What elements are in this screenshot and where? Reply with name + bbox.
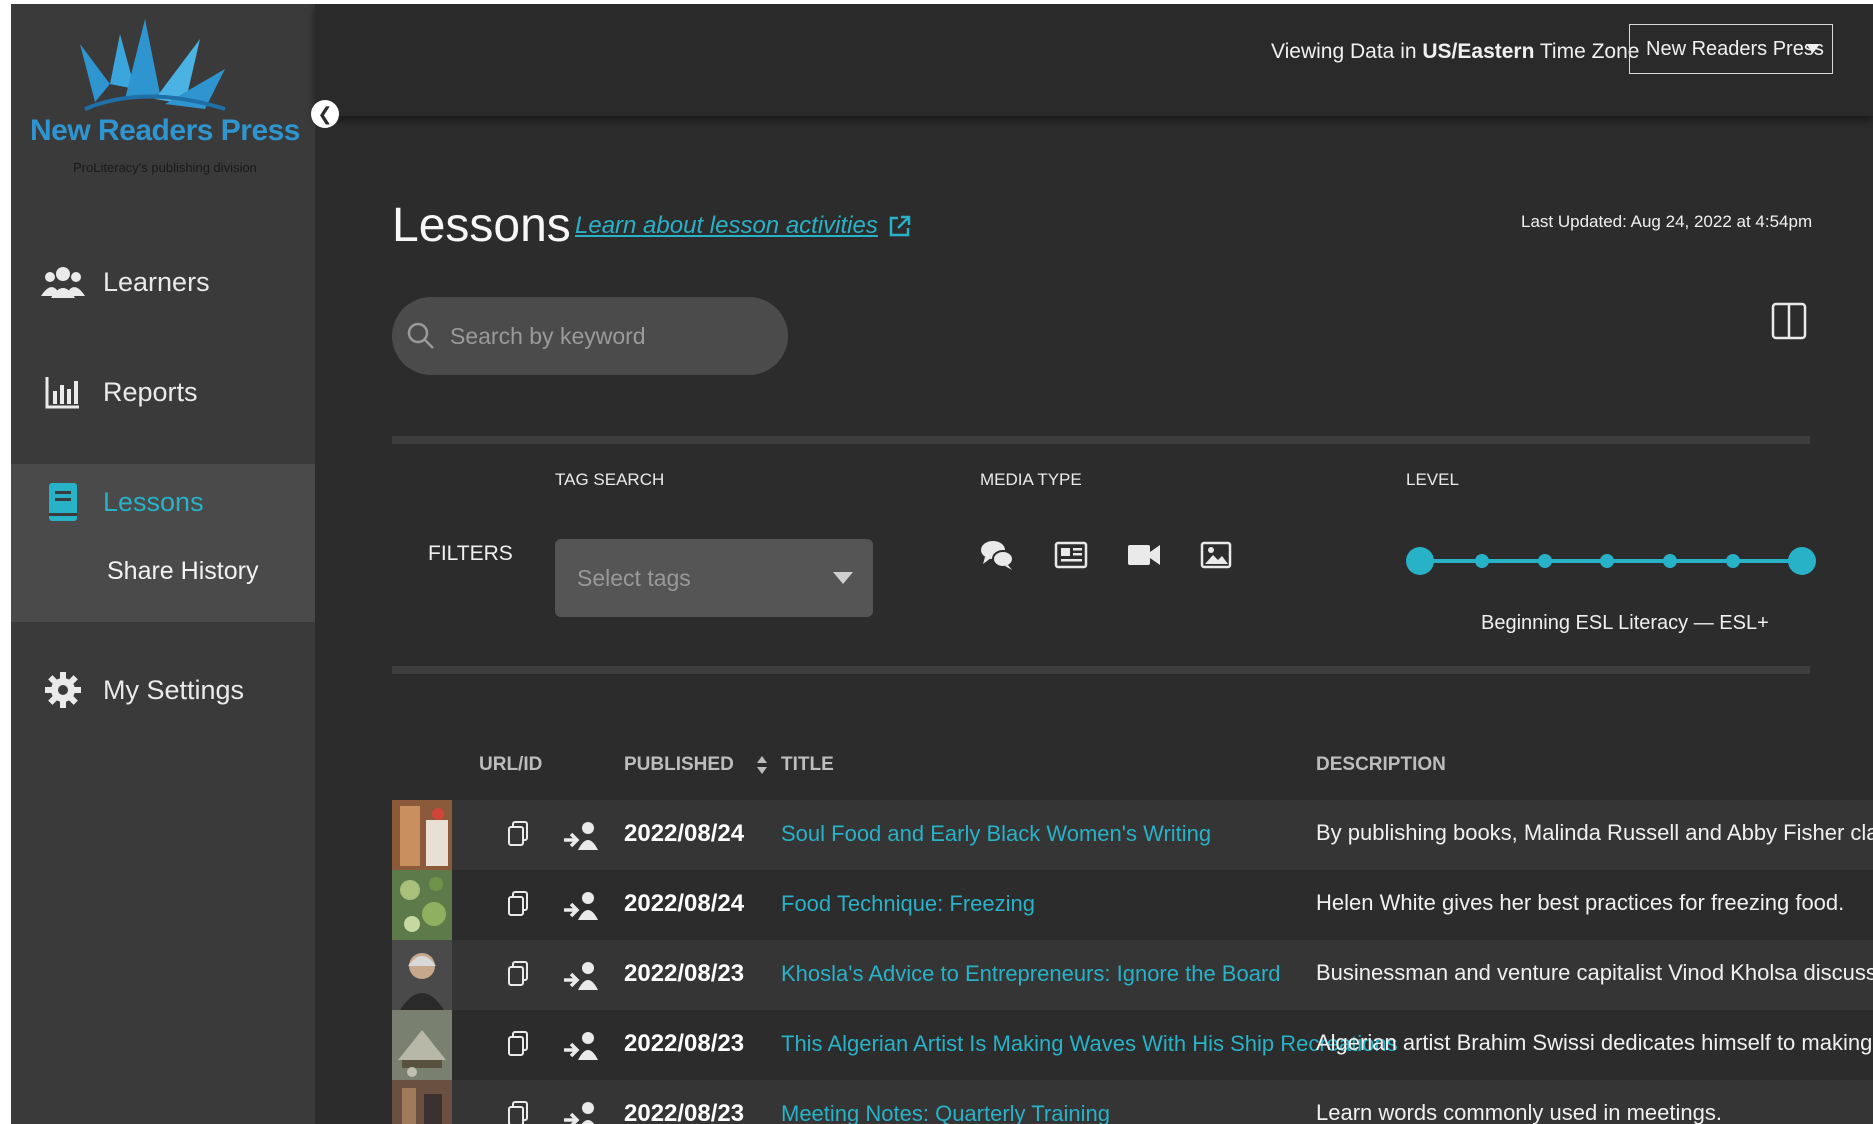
last-updated-text: Last Updated: Aug 24, 2022 at 4:54pm [1521,212,1813,231]
published-date: 2022/08/23 [624,1100,745,1124]
book-logo-icon [80,19,226,111]
lesson-title-link[interactable]: Meeting Notes: Quarterly Training [781,1101,1110,1124]
tag-select[interactable]: Select tags [555,539,873,617]
filters-label: FILTERS [428,542,513,565]
page-title: Lessons [392,199,571,252]
divider [392,436,1810,444]
table-row[interactable]: 2022/08/23 This Algerian Artist Is Makin… [392,1010,1873,1080]
sidebar: New Readers Press ProLiteracy's publishi… [11,4,315,1124]
sidebar-item-label: Lessons [103,486,204,517]
assign-to-learner-icon[interactable] [562,820,600,852]
organization-select[interactable]: New Readers Press [1629,24,1833,74]
top-bar: Viewing Data in US/Eastern Time Zone New… [315,4,1873,116]
learn-link-label: Learn about lesson activities [575,212,878,239]
level-range-text: Beginning ESL Literacy — ESL+ [1481,612,1769,634]
published-date: 2022/08/24 [624,820,745,847]
sort-icon[interactable] [756,755,768,775]
media-type-label: MEDIA TYPE [980,470,1082,489]
published-date: 2022/08/24 [624,890,745,917]
sidebar-item-my-settings[interactable]: My Settings [11,650,315,730]
sidebar-item-label: Reports [103,376,198,407]
level-range-slider[interactable] [1406,542,1816,580]
lesson-thumbnail[interactable] [392,870,452,940]
search-bar[interactable] [392,297,788,375]
users-icon [41,262,85,302]
published-date: 2022/08/23 [624,960,745,987]
assign-to-learner-icon[interactable] [562,1030,600,1062]
table-row[interactable]: 2022/08/24 Food Technique: Freezing Hele… [392,870,1873,940]
sidebar-subitem-share-history[interactable]: Share History [107,557,258,586]
app-window: New Readers Press ProLiteracy's publishi… [11,4,1873,1124]
lesson-description: Learn words commonly used in meetings. [1316,1100,1722,1124]
lesson-title-link[interactable]: This Algerian Artist Is Making Waves Wit… [781,1031,1398,1057]
sidebar-item-reports[interactable]: Reports [11,352,315,432]
brand-name: New Readers Press [30,114,301,147]
image-icon[interactable] [1198,537,1234,573]
lesson-thumbnail[interactable] [392,1080,452,1124]
lesson-title-link[interactable]: Khosla's Advice to Entrepreneurs: Ignore… [781,961,1281,987]
organization-select-value: New Readers Press [1646,37,1824,60]
copy-icon[interactable] [507,821,529,847]
table-row[interactable]: 2022/08/24 Soul Food and Early Black Wom… [392,800,1873,870]
column-header-description: DESCRIPTION [1316,754,1446,775]
lesson-title-link[interactable]: Soul Food and Early Black Women's Writin… [781,821,1211,847]
external-link-icon [889,215,911,237]
video-camera-icon[interactable] [1126,537,1162,573]
collapse-sidebar-button[interactable]: ❮ [311,100,339,128]
book-icon [41,482,85,522]
copy-icon[interactable] [507,1101,529,1124]
lesson-thumbnail[interactable] [392,940,452,1010]
assign-to-learner-icon[interactable] [562,1100,600,1124]
caret-down-icon [1806,44,1820,53]
sidebar-item-label: My Settings [103,674,245,705]
tag-search-label: TAG SEARCH [555,470,665,489]
level-min-handle[interactable] [1406,547,1434,575]
copy-icon[interactable] [507,891,529,917]
lesson-description: Algerian artist Brahim Swissi dedicates … [1316,1030,1873,1055]
brand-logo[interactable]: New Readers Press ProLiteracy's publishi… [25,14,305,175]
copy-icon[interactable] [507,1031,529,1057]
search-icon [407,322,434,349]
level-max-handle[interactable] [1788,547,1816,575]
column-layout-toggle-icon[interactable] [1771,302,1807,340]
lesson-thumbnail[interactable] [392,1010,452,1080]
lesson-title-link[interactable]: Food Technique: Freezing [781,891,1035,917]
table-row[interactable]: 2022/08/23 Khosla's Advice to Entreprene… [392,940,1873,1010]
timezone-value: US/Eastern [1422,40,1535,63]
column-header-published-label: PUBLISHED [624,754,734,775]
sidebar-item-lessons[interactable]: Lessons [11,462,315,542]
timezone-info: Viewing Data in US/Eastern Time Zone [1271,40,1639,64]
published-date: 2022/08/23 [624,1030,745,1057]
chevron-left-icon: ❮ [317,103,333,124]
lesson-description: By publishing books, Malinda Russell and… [1316,820,1873,845]
sidebar-item-learners[interactable]: Learners [11,242,315,322]
table-row[interactable]: 2022/08/23 Meeting Notes: Quarterly Trai… [392,1080,1873,1124]
article-icon[interactable] [1053,537,1089,573]
caret-down-icon [833,572,853,584]
column-header-published[interactable]: PUBLISHED [624,754,768,776]
lesson-thumbnail[interactable] [392,800,452,870]
learn-about-lesson-activities-link[interactable]: Learn about lesson activities [575,212,912,240]
timezone-prefix: Viewing Data in [1271,40,1423,63]
gear-icon [41,670,85,710]
lesson-description: Helen White gives her best practices for… [1316,890,1845,915]
brand-tagline: ProLiteracy's publishing division [73,160,257,175]
column-header-title: TITLE [781,754,834,775]
level-label: LEVEL [1406,470,1459,489]
tag-select-placeholder: Select tags [577,564,691,591]
bar-chart-icon [41,372,85,412]
timezone-suffix: Time Zone [1534,40,1640,63]
sidebar-item-label: Learners [103,266,210,297]
assign-to-learner-icon[interactable] [562,960,600,992]
chat-bubbles-icon[interactable] [979,537,1015,573]
divider [392,666,1810,674]
lesson-description: Businessman and venture capitalist Vinod… [1316,960,1873,985]
search-input[interactable] [448,321,752,351]
assign-to-learner-icon[interactable] [562,890,600,922]
column-header-url-id: URL/ID [479,754,543,775]
copy-icon[interactable] [507,961,529,987]
